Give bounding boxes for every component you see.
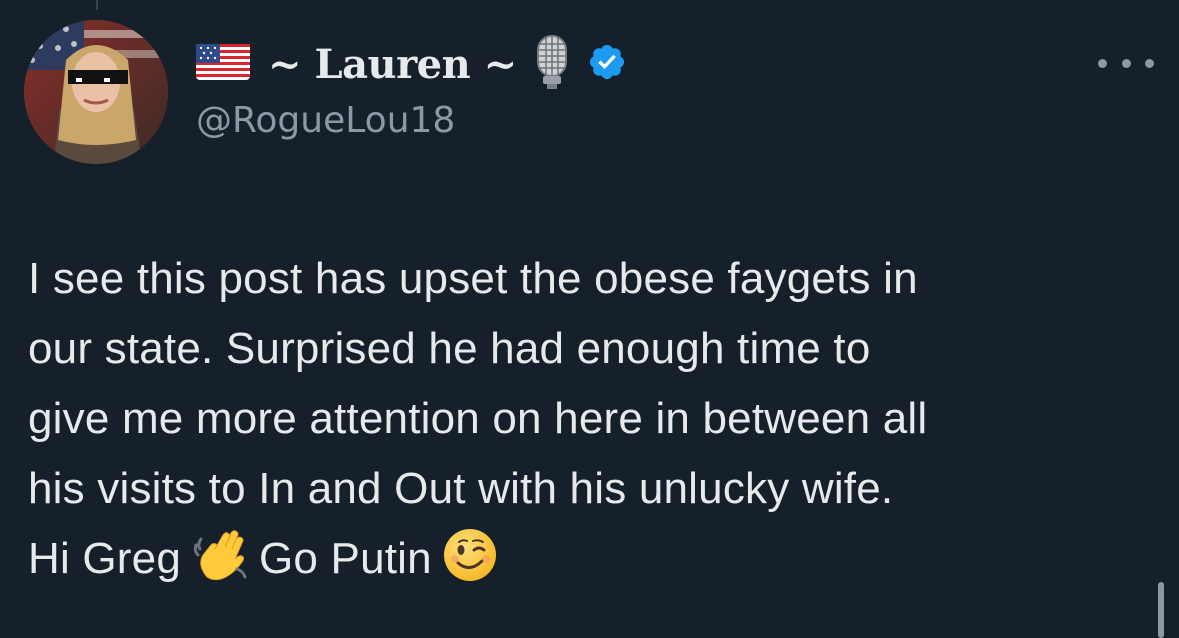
avatar-image bbox=[24, 20, 168, 164]
more-options-button[interactable] bbox=[1098, 45, 1154, 81]
more-dot bbox=[1145, 58, 1154, 68]
tweet-line: his visits to In and Out with his unluck… bbox=[28, 464, 894, 513]
tweet-text: I see this post has upset the obese fayg… bbox=[28, 244, 1148, 604]
scrollbar[interactable] bbox=[1158, 582, 1164, 638]
tweet-line: our state. Surprised he had enough time … bbox=[28, 324, 871, 373]
thread-connector-line bbox=[96, 0, 98, 10]
tweet-line: I see this post has upset the obese fayg… bbox=[28, 254, 918, 303]
more-dot bbox=[1098, 58, 1107, 68]
microphone-icon bbox=[535, 34, 569, 94]
tweet-text-part: Go Putin bbox=[259, 534, 432, 583]
tweet-line: give me more attention on here in betwee… bbox=[28, 394, 928, 443]
avatar[interactable] bbox=[24, 20, 168, 164]
verified-badge-icon[interactable] bbox=[587, 42, 627, 86]
more-dot bbox=[1121, 58, 1131, 68]
waving-hand-icon bbox=[191, 525, 249, 604]
author-handle[interactable]: @RogueLou18 bbox=[196, 100, 455, 141]
tweet-text-part: Hi Greg bbox=[28, 534, 181, 583]
tweet-last-line: Hi Greg Go Putin bbox=[28, 524, 1148, 604]
flag-us-icon bbox=[196, 44, 250, 84]
author-name-row[interactable]: ~ Lauren ~ bbox=[196, 34, 627, 94]
winking-face-icon bbox=[442, 527, 498, 604]
author-display-name[interactable]: ~ Lauren ~ bbox=[268, 41, 517, 88]
